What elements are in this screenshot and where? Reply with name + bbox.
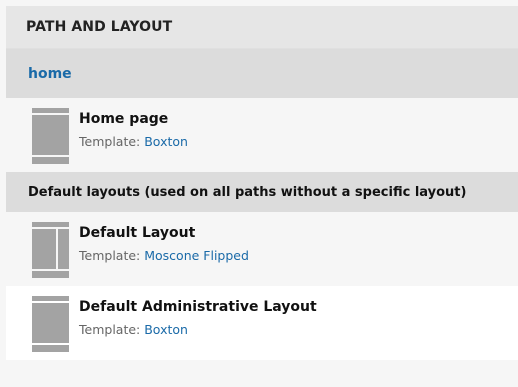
panel-header: PATH AND LAYOUT xyxy=(6,6,518,48)
template-link[interactable]: Boxton xyxy=(144,134,188,149)
layout-item-default-administrative-layout: Default Administrative Layout Template: … xyxy=(6,286,518,360)
path-row-home[interactable]: home xyxy=(6,48,518,98)
layout-name[interactable]: Home page xyxy=(79,109,188,129)
path-label[interactable]: home xyxy=(28,66,72,82)
default-layouts-section-header: Default layouts (used on all paths witho… xyxy=(6,172,518,212)
template-line: Template: Moscone Flipped xyxy=(79,247,249,265)
template-link[interactable]: Boxton xyxy=(144,322,188,337)
layout-name[interactable]: Default Administrative Layout xyxy=(79,297,317,317)
template-prefix: Template: xyxy=(79,248,141,263)
path-and-layout-panel: PATH AND LAYOUT home Home page Template:… xyxy=(6,6,518,360)
section-title: Default layouts (used on all paths witho… xyxy=(28,184,467,200)
template-prefix: Template: xyxy=(79,134,141,149)
layout-item-home-page: Home page Template: Boxton xyxy=(6,98,518,172)
template-prefix: Template: xyxy=(79,322,141,337)
panel-title: PATH AND LAYOUT xyxy=(26,19,173,35)
template-line: Template: Boxton xyxy=(79,133,188,151)
layout-name[interactable]: Default Layout xyxy=(79,223,249,243)
layout-moscone-flipped-icon xyxy=(32,222,69,278)
template-line: Template: Boxton xyxy=(79,321,317,339)
layout-boxton-icon xyxy=(32,296,69,352)
layout-boxton-icon xyxy=(32,108,69,164)
layout-item-default-layout: Default Layout Template: Moscone Flipped xyxy=(6,212,518,286)
template-link[interactable]: Moscone Flipped xyxy=(144,248,249,263)
